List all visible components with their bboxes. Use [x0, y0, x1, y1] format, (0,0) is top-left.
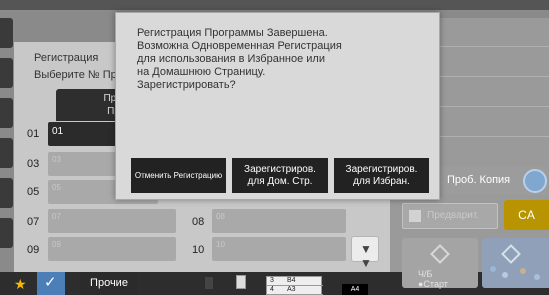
dialog-message: Регистрация Программы Завершена. Возможн… — [137, 27, 417, 92]
dialog-message-line: на Домашнюю Страницу. — [137, 66, 266, 78]
bw-start-button[interactable]: Ч/Б ●Старт — [402, 238, 478, 289]
slot-number: 01 — [27, 128, 40, 140]
register-home-label-2: для Дом. Стр. — [247, 176, 313, 187]
tray-size: B4 — [287, 277, 296, 284]
scroll-down-button[interactable]: ▼ ▼ — [351, 236, 379, 270]
program-slot-10[interactable]: 10 — [212, 237, 346, 261]
side-tab[interactable] — [0, 18, 13, 48]
slot-label: 05 — [52, 183, 61, 192]
side-tab[interactable] — [0, 58, 13, 88]
other-button[interactable]: Прочие — [80, 272, 138, 295]
slot-label: 10 — [216, 240, 225, 249]
panel-title: Регистрация — [34, 52, 99, 64]
slot-number: 08 — [192, 216, 205, 228]
slot-number: 09 — [27, 244, 40, 256]
tray-table: 3 B4 4 A3 — [266, 276, 323, 295]
register-home-label-1: Зарегистриров. — [244, 164, 316, 175]
dialog-message-line: Регистрация Программы Завершена. — [137, 27, 328, 39]
register-favorites-label-2: для Избран. — [353, 176, 410, 187]
program-slot-09[interactable]: 09 — [48, 237, 176, 261]
color-start-button[interactable] — [482, 238, 549, 288]
other-label: Прочие — [90, 277, 128, 289]
slot-number: 05 — [27, 186, 40, 198]
dialog-message-line: Возможна Одновременная Регистрация — [137, 40, 342, 52]
dialog-message-line: Зарегистрировать? — [137, 79, 236, 91]
preview-label: Предварит. — [427, 210, 480, 221]
slot-number: 07 — [27, 216, 40, 228]
star-icon[interactable]: ★ — [14, 276, 30, 292]
cancel-registration-button[interactable]: Отменить Регистрацию — [131, 158, 226, 193]
top-bar — [0, 0, 549, 10]
registration-confirm-dialog: Регистрация Программы Завершена. Возможн… — [115, 12, 440, 200]
proof-copy-label: Проб. Копия — [447, 174, 511, 186]
start-diamond-icon — [430, 244, 450, 264]
bw-start-label-2: ●Старт — [418, 279, 448, 289]
program-slot-08[interactable]: 08 — [212, 209, 346, 233]
paper-size-badge: A4 — [342, 284, 368, 295]
start-diamond-icon — [501, 244, 521, 264]
preview-icon — [409, 210, 421, 222]
clear-all-button[interactable]: CA — [504, 200, 549, 230]
register-favorites-label-1: Зарегистриров. — [345, 164, 418, 175]
tray-number: 4 — [270, 286, 274, 293]
proof-copy-icon — [523, 169, 547, 193]
tray-number: 3 — [270, 277, 274, 284]
dialog-message-line: для использования в Избранное или — [137, 53, 325, 65]
slot-label: 01 — [52, 126, 64, 137]
slot-label: 08 — [216, 212, 225, 221]
panel-subtitle: Выберите № Пр — [34, 69, 117, 81]
left-side-tabs — [0, 18, 14, 272]
tray-lock-icon — [205, 277, 213, 289]
program-slot-07[interactable]: 07 — [48, 209, 176, 233]
bw-start-label-1: Ч/Б — [418, 269, 433, 279]
slot-label: 09 — [52, 240, 61, 249]
double-chevron-down-icon: ▼ ▼ — [360, 242, 372, 270]
proof-copy-button[interactable]: Проб. Копия — [436, 167, 548, 195]
clear-all-label: CA — [518, 208, 535, 222]
side-tab[interactable] — [0, 138, 13, 168]
paper-tray-status[interactable]: 3 B4 4 A3 A4 — [200, 272, 370, 295]
slot-label: 07 — [52, 212, 61, 221]
color-dots-icon — [486, 264, 546, 284]
register-favorites-button[interactable]: Зарегистриров. для Избран. — [334, 158, 429, 193]
cancel-registration-label: Отменить Регистрацию — [134, 171, 223, 180]
side-tab[interactable] — [0, 218, 13, 248]
slot-number: 10 — [192, 244, 205, 256]
side-tab[interactable] — [0, 178, 13, 208]
checkmark-icon: ✓ — [44, 274, 57, 291]
checkmark-button[interactable]: ✓ — [37, 272, 65, 295]
side-tab[interactable] — [0, 98, 13, 128]
slot-number: 03 — [27, 158, 40, 170]
slot-label: 03 — [52, 155, 61, 164]
tray-size: A3 — [287, 286, 296, 293]
register-home-button[interactable]: Зарегистриров. для Дом. Стр. — [232, 158, 328, 193]
preview-button[interactable]: Предварит. — [402, 203, 498, 229]
document-icon — [236, 275, 246, 289]
